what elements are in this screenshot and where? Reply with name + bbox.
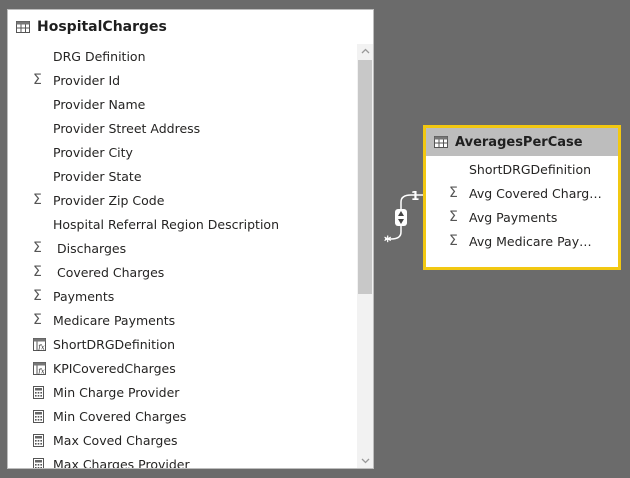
relationship-one-label: 1 bbox=[411, 189, 420, 203]
field-label: Provider Street Address bbox=[53, 120, 201, 136]
field-row[interactable]: Provider Name bbox=[8, 92, 358, 116]
hospital-charges-title: HospitalCharges bbox=[37, 19, 167, 35]
field-label: Max Coved Charges bbox=[53, 432, 178, 448]
hospital-charges-field-list: DRG Definition Σ Provider Id Provider Name P… bbox=[8, 44, 358, 469]
table-icon bbox=[16, 21, 30, 33]
field-label: KPICoveredCharges bbox=[53, 360, 176, 376]
field-label: Provider Id bbox=[53, 72, 121, 88]
sigma-icon: Σ bbox=[449, 185, 458, 201]
field-label: Min Covered Charges bbox=[53, 408, 187, 424]
field-label: Medicare Payments bbox=[53, 312, 176, 328]
averages-per-case-header[interactable]: AveragesPerCase bbox=[426, 128, 618, 156]
field-label: Avg Payments bbox=[469, 209, 558, 225]
averages-per-case-table[interactable]: AveragesPerCase ShortDRGDefinition Σ Avg C… bbox=[423, 125, 621, 270]
field-row[interactable]: DRG Definition bbox=[8, 44, 358, 68]
scroll-up-icon[interactable] bbox=[357, 44, 373, 58]
svg-text:fx: fx bbox=[37, 343, 45, 351]
field-label: Covered Charges bbox=[53, 264, 165, 280]
field-label: Provider City bbox=[53, 144, 133, 160]
sigma-icon: Σ bbox=[33, 192, 42, 208]
field-label: Avg Covered Charges bbox=[469, 185, 603, 201]
sigma-icon: Σ bbox=[33, 288, 42, 304]
field-row[interactable]: Σ Avg Payments bbox=[426, 205, 618, 229]
field-label: Avg Medicare Payme... bbox=[469, 233, 603, 249]
field-label: ShortDRGDefinition bbox=[469, 161, 592, 177]
sigma-icon: Σ bbox=[449, 209, 458, 225]
sigma-icon: Σ bbox=[33, 240, 42, 256]
field-label: Max Charges Provider bbox=[53, 456, 190, 469]
calculator-icon bbox=[33, 457, 51, 468]
field-label: Provider State bbox=[53, 168, 142, 184]
svg-text:fx: fx bbox=[37, 367, 45, 375]
field-row[interactable]: Max Coved Charges bbox=[8, 428, 358, 452]
field-row[interactable]: Provider Street Address bbox=[8, 116, 358, 140]
averages-per-case-title: AveragesPerCase bbox=[455, 134, 583, 150]
vertical-scrollbar[interactable] bbox=[357, 44, 373, 468]
field-row[interactable]: fx ShortDRGDefinition bbox=[8, 332, 358, 356]
averages-per-case-field-list: ShortDRGDefinition Σ Avg Covered Charges Σ A… bbox=[426, 156, 618, 253]
field-row[interactable]: Max Charges Provider bbox=[8, 452, 358, 469]
table-icon bbox=[434, 136, 448, 148]
field-row[interactable]: Σ Medicare Payments bbox=[8, 308, 358, 332]
calculator-icon bbox=[33, 409, 51, 423]
field-label: Payments bbox=[53, 288, 115, 304]
field-label: ShortDRGDefinition bbox=[53, 336, 176, 352]
scroll-down-icon[interactable] bbox=[357, 454, 373, 468]
field-row[interactable]: Hospital Referral Region Description bbox=[8, 212, 358, 236]
sigma-icon: Σ bbox=[33, 264, 42, 280]
relationship-many-label: * bbox=[384, 234, 392, 250]
field-row[interactable]: ShortDRGDefinition bbox=[426, 157, 618, 181]
calculator-icon bbox=[33, 433, 51, 447]
hospital-charges-header[interactable]: HospitalCharges bbox=[8, 10, 373, 44]
scrollbar-thumb[interactable] bbox=[358, 60, 372, 294]
field-row[interactable]: Σ Covered Charges bbox=[8, 260, 358, 284]
hospital-charges-table[interactable]: HospitalCharges DRG Definition Σ Provider … bbox=[7, 9, 374, 469]
sigma-icon: Σ bbox=[33, 312, 42, 328]
field-label: Discharges bbox=[53, 240, 127, 256]
field-label: DRG Definition bbox=[53, 48, 146, 64]
field-row[interactable]: fx KPICoveredCharges bbox=[8, 356, 358, 380]
field-row[interactable]: Min Charge Provider bbox=[8, 380, 358, 404]
field-row[interactable]: Min Covered Charges bbox=[8, 404, 358, 428]
calculated-column-icon: fx bbox=[33, 361, 51, 375]
field-label: Provider Zip Code bbox=[53, 192, 165, 208]
field-row[interactable]: Σ Discharges bbox=[8, 236, 358, 260]
field-label: Min Charge Provider bbox=[53, 384, 180, 400]
field-row[interactable]: Provider City bbox=[8, 140, 358, 164]
field-row[interactable]: Σ Provider Zip Code bbox=[8, 188, 358, 212]
field-row[interactable]: Σ Provider Id bbox=[8, 68, 358, 92]
field-row[interactable]: Σ Avg Covered Charges bbox=[426, 181, 618, 205]
field-row[interactable]: Σ Payments bbox=[8, 284, 358, 308]
field-label: Provider Name bbox=[53, 96, 146, 112]
calculator-icon bbox=[33, 385, 51, 399]
field-label: Hospital Referral Region Description bbox=[53, 216, 280, 232]
sigma-icon: Σ bbox=[449, 233, 458, 249]
sigma-icon: Σ bbox=[33, 72, 42, 88]
calculated-column-icon: fx bbox=[33, 337, 51, 351]
field-row[interactable]: Σ Avg Medicare Payme... bbox=[426, 229, 618, 253]
field-row[interactable]: Provider State bbox=[8, 164, 358, 188]
